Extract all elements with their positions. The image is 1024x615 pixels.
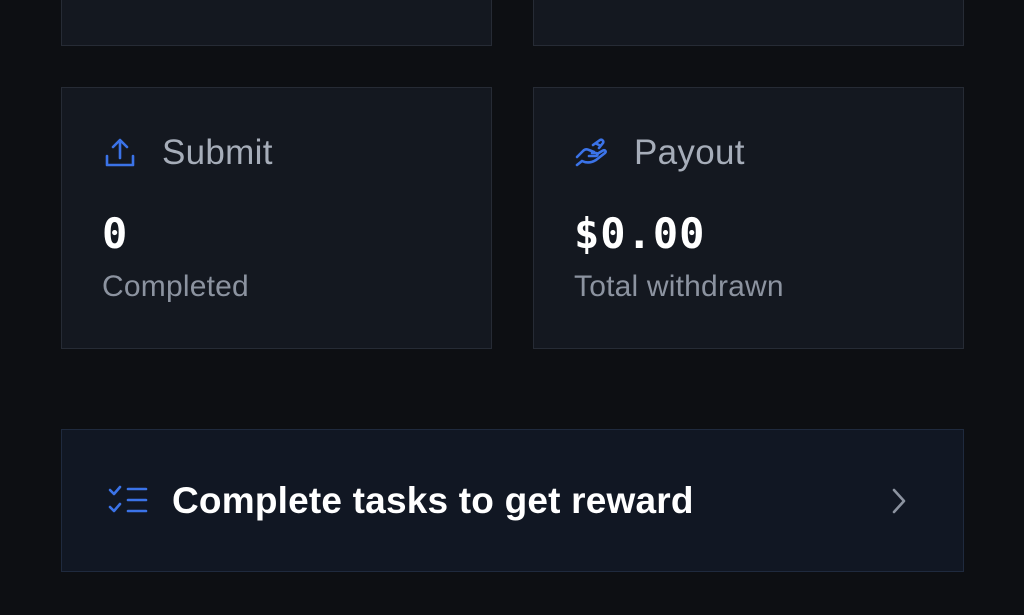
submit-card-header: Submit — [102, 133, 273, 173]
checklist-icon — [106, 479, 150, 523]
upload-icon — [102, 133, 142, 173]
payout-stat-card: Payout $0.00 Total withdrawn — [533, 87, 964, 349]
stat-card-partial-left — [61, 0, 492, 46]
submit-completed-count: 0 — [102, 209, 129, 258]
payout-card-label: Payout — [634, 133, 745, 172]
complete-tasks-text: Complete tasks to get reward — [172, 479, 694, 521]
complete-tasks-banner[interactable]: Complete tasks to get reward — [61, 429, 964, 572]
payout-card-caption: Total withdrawn — [574, 270, 784, 303]
payout-total-amount: $0.00 — [574, 209, 706, 258]
submit-card-caption: Completed — [102, 270, 249, 303]
submit-card-label: Submit — [162, 133, 273, 172]
payout-card-header: Payout — [574, 133, 745, 173]
stat-card-partial-right — [533, 0, 964, 46]
chevron-right-icon — [885, 481, 913, 521]
hand-coin-icon — [574, 133, 614, 173]
submit-stat-card: Submit 0 Completed — [61, 87, 492, 349]
